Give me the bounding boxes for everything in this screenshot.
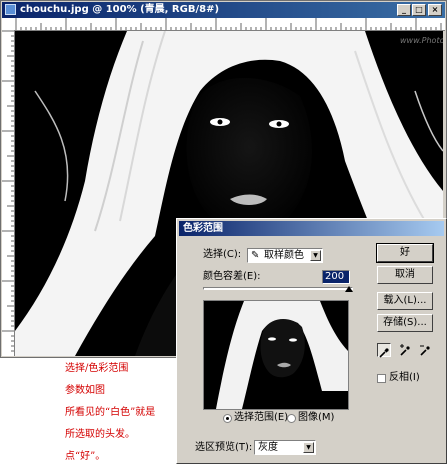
note-line-2: 参数如图: [65, 385, 105, 396]
fuzziness-slider-track[interactable]: [203, 287, 353, 290]
document-title-bar[interactable]: chouchu.jpg @ 100% (青晨, RGB/8#) _ □ ×: [2, 2, 445, 18]
note-line-4: 所选取的头发。: [65, 429, 135, 440]
fuzziness-slider-thumb[interactable]: [345, 286, 353, 292]
eyedropper-small-icon: ✎: [251, 250, 260, 261]
document-title: chouchu.jpg @ 100% (青晨, RGB/8#): [20, 4, 220, 15]
minimize-icon[interactable]: _: [397, 4, 411, 16]
selection-radio[interactable]: [223, 414, 232, 423]
dialog-title[interactable]: 色彩范围: [179, 221, 444, 236]
horizontal-ruler[interactable]: [2, 18, 445, 31]
selection-preview-label: 选区预览(T):: [195, 442, 253, 453]
chevron-down-icon: ▼: [303, 442, 314, 453]
watermark-text: www.PhotoPs.com: [400, 36, 443, 45]
image-radio[interactable]: [287, 414, 296, 423]
fuzziness-input[interactable]: 200: [322, 270, 350, 284]
selection-radio-label: 选择范围(E): [234, 412, 289, 423]
select-value: 取样颜色: [264, 250, 304, 261]
invert-checkbox[interactable]: [377, 374, 386, 383]
load-button[interactable]: 载入(L)...: [377, 292, 433, 310]
eyedropper-minus-icon[interactable]: [418, 343, 432, 357]
cancel-button[interactable]: 取消: [377, 266, 433, 284]
note-line-1: 选择/色彩范围: [65, 363, 129, 374]
image-radio-label: 图像(M): [298, 412, 335, 423]
ok-button[interactable]: 好: [376, 243, 434, 263]
save-button[interactable]: 存储(S)...: [377, 314, 433, 332]
selection-preview-value: 灰度: [258, 442, 278, 453]
maximize-icon[interactable]: □: [412, 4, 426, 16]
fuzziness-label: 颜色容差(E):: [203, 271, 261, 282]
invert-label: 反相(I): [389, 372, 420, 383]
vertical-ruler[interactable]: [2, 30, 15, 356]
note-line-5: 点“好”。: [65, 451, 106, 462]
eyedropper-plus-icon[interactable]: [398, 343, 412, 357]
color-range-dialog: 色彩范围 选择(C): ✎ 取样颜色 ▼ 颜色容差(E): 200 选择范围(E…: [176, 218, 447, 464]
selection-preview-dropdown[interactable]: 灰度 ▼: [254, 440, 316, 455]
select-label: 选择(C):: [203, 249, 242, 260]
note-line-3: 所看见的“白色”就是: [65, 407, 156, 418]
chevron-down-icon: ▼: [310, 250, 321, 261]
preview-portrait: [204, 301, 348, 409]
photoshop-document-icon: [5, 4, 16, 15]
close-icon[interactable]: ×: [428, 4, 442, 16]
selection-preview-image[interactable]: [203, 300, 349, 410]
eyedropper-icon[interactable]: [377, 343, 391, 358]
select-dropdown[interactable]: ✎ 取样颜色 ▼: [247, 248, 323, 263]
